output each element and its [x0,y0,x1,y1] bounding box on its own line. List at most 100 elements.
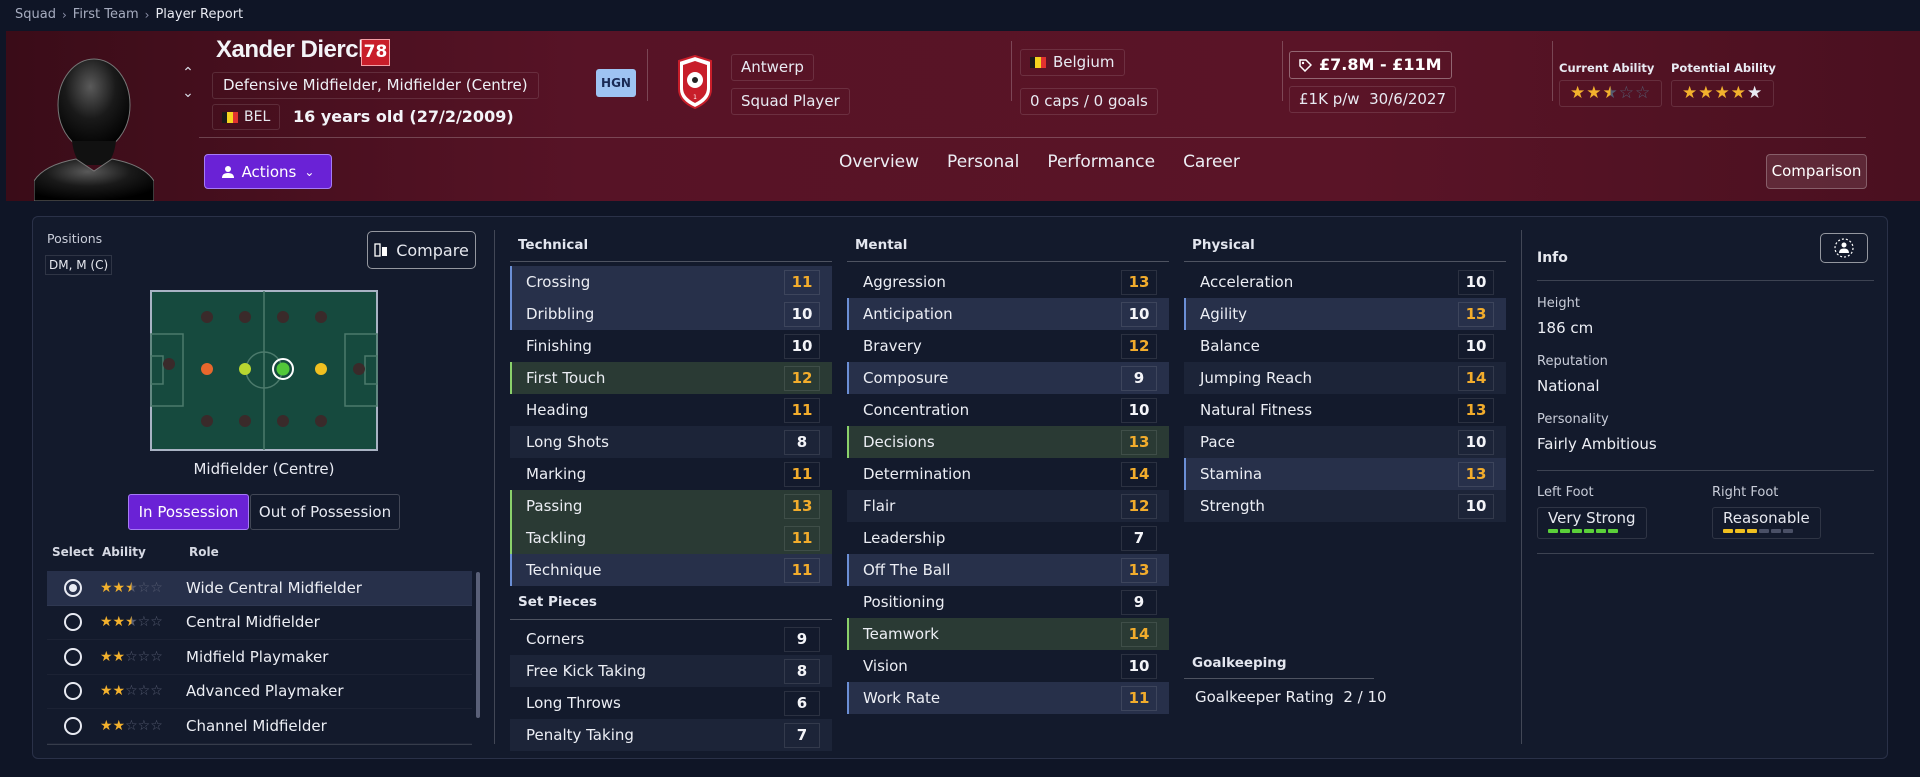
attribute-row[interactable]: Corners 9 [510,623,832,655]
radio-icon[interactable] [64,647,82,666]
divider [1184,261,1506,262]
attribute-name: Leadership [863,529,946,547]
attribute-value: 11 [784,525,820,551]
nationality-box[interactable]: BEL [212,104,281,130]
attribute-name: Natural Fitness [1200,401,1313,419]
radio-selected-icon[interactable] [64,578,82,597]
out-of-possession-button[interactable]: Out of Possession [250,494,400,530]
goalkeeper-rating: Goalkeeper Rating 2 / 10 [1195,688,1387,706]
tab-personal[interactable]: Personal [947,152,1019,172]
attribute-row[interactable]: Work Rate 11 [847,682,1169,714]
right-foot-bar [1723,529,1810,533]
attribute-row[interactable]: Marking 11 [510,458,832,490]
role-name: Central Midfielder [186,613,320,632]
attribute-row[interactable]: Long Throws 6 [510,687,832,719]
attribute-row[interactable]: Pace 10 [1184,426,1506,458]
attribute-row[interactable]: Balance 10 [1184,330,1506,362]
info-options-button[interactable] [1820,233,1868,263]
attribute-row[interactable]: Dribbling 10 [510,298,832,330]
attribute-value: 6 [784,690,820,716]
country-name: Belgium [1053,53,1115,71]
role-row[interactable]: ★★☆☆☆ Channel Midfielder [47,709,472,744]
attribute-name: Work Rate [863,689,941,707]
divider [510,619,832,620]
attribute-row[interactable]: Penalty Taking 7 [510,719,832,751]
role-row[interactable]: ★★☆☆☆ Midfield Playmaker [47,640,472,675]
contract-box: £1K p/w 30/6/2027 [1289,86,1457,113]
attribute-row[interactable]: Crossing 11 [510,266,832,298]
attribute-value: 9 [1121,365,1157,391]
attribute-row[interactable]: Agility 13 [1184,298,1506,330]
club-crest-icon[interactable]: 1 [676,55,714,109]
info-heading: Info [1537,250,1568,266]
attribute-row[interactable]: Teamwork 14 [847,618,1169,650]
attribute-row[interactable]: Flair 12 [847,490,1169,522]
attribute-row[interactable]: Composure 9 [847,362,1169,394]
attribute-row[interactable]: Decisions 13 [847,426,1169,458]
column-divider [1521,230,1522,744]
attribute-name: Crossing [526,273,591,291]
attribute-row[interactable]: Free Kick Taking 8 [510,655,832,687]
role-row[interactable]: ★★★☆☆ Wide Central Midfielder [47,571,472,606]
player-age: 16 years old (27/2/2009) [293,107,514,126]
attribute-value: 10 [1458,493,1494,519]
tab-overview[interactable]: Overview [839,152,919,172]
attribute-row[interactable]: Positioning 9 [847,586,1169,618]
attribute-row[interactable]: Leadership 7 [847,522,1169,554]
previous-player-button[interactable]: ⌃ [178,65,198,81]
attribute-value: 9 [784,626,820,652]
attribute-value: 13 [1121,269,1157,295]
caps-goals: 0 caps / 0 goals [1020,88,1158,115]
divider [1537,553,1874,554]
divider [1282,41,1283,101]
role-row[interactable]: ★★★☆☆ Central Midfielder [47,606,472,640]
role-stars: ★★☆☆☆ [100,717,163,734]
actions-button[interactable]: Actions ⌄ [204,154,332,189]
attribute-value: 14 [1121,621,1157,647]
in-possession-button[interactable]: In Possession [128,494,249,530]
attribute-row[interactable]: Bravery 12 [847,330,1169,362]
attribute-row[interactable]: Tackling 11 [510,522,832,554]
attribute-row[interactable]: Long Shots 8 [510,426,832,458]
attribute-row[interactable]: Aggression 13 [847,266,1169,298]
attribute-row[interactable]: First Touch 12 [510,362,832,394]
attribute-name: Tackling [526,529,587,547]
divider [47,744,472,745]
attribute-row[interactable]: Finishing 10 [510,330,832,362]
tab-career[interactable]: Career [1183,152,1240,172]
column-divider [494,230,495,744]
attribute-row[interactable]: Concentration 10 [847,394,1169,426]
role-row[interactable]: ★★☆☆☆ Advanced Playmaker [47,675,472,709]
tab-performance[interactable]: Performance [1047,152,1155,172]
role-list-scrollbar[interactable] [476,572,480,718]
radio-icon[interactable] [64,613,82,632]
technical-attributes: Crossing 11 Dribbling 10 Finishing 10 First To… [510,266,832,586]
club-name[interactable]: Antwerp [731,54,814,81]
breadcrumb-squad[interactable]: Squad [15,7,56,22]
attribute-row[interactable]: Natural Fitness 13 [1184,394,1506,426]
comparison-button[interactable]: Comparison [1766,154,1867,189]
next-player-button[interactable]: ⌄ [178,85,198,101]
radio-icon[interactable] [64,682,82,701]
attribute-row[interactable]: Technique 11 [510,554,832,586]
attribute-row[interactable]: Stamina 13 [1184,458,1506,490]
attribute-row[interactable]: Off The Ball 13 [847,554,1169,586]
attribute-row[interactable]: Passing 13 [510,490,832,522]
attribute-value: 10 [1458,429,1494,455]
attribute-row[interactable]: Acceleration 10 [1184,266,1506,298]
attribute-value: 10 [1458,269,1494,295]
attribute-row[interactable]: Jumping Reach 14 [1184,362,1506,394]
breadcrumb-first-team[interactable]: First Team [73,7,139,22]
country-box[interactable]: Belgium [1020,49,1125,76]
divider [1184,678,1374,679]
attribute-row[interactable]: Vision 10 [847,650,1169,682]
attribute-row[interactable]: Determination 14 [847,458,1169,490]
radio-icon[interactable] [64,716,82,735]
compare-button[interactable]: Compare [367,231,476,269]
attribute-name: Concentration [863,401,970,419]
nationality-code: BEL [244,109,271,125]
attribute-row[interactable]: Anticipation 10 [847,298,1169,330]
attribute-row[interactable]: Strength 10 [1184,490,1506,522]
rating-badge: 78 [361,39,390,66]
attribute-row[interactable]: Heading 11 [510,394,832,426]
